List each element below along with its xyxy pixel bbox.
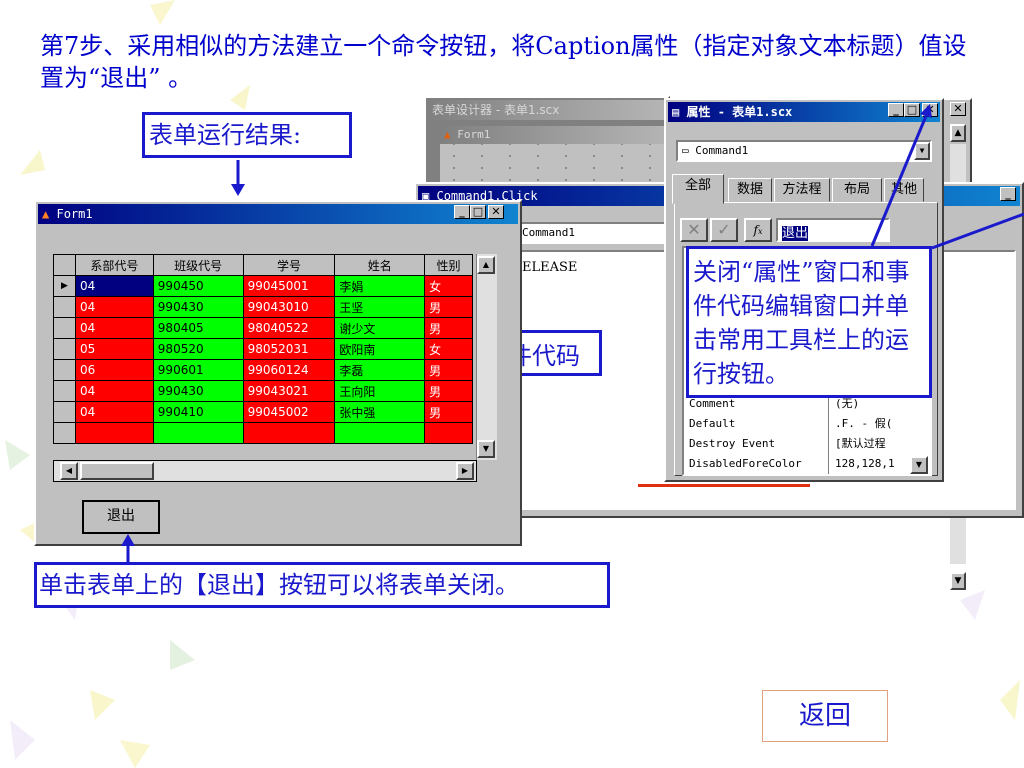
back-button-label: 返回 (798, 701, 851, 731)
run-result-arrowhead (231, 184, 245, 196)
close-arrow (870, 115, 928, 247)
exit-arrowhead (121, 534, 135, 546)
run-button-arrow (931, 212, 1024, 250)
close-arrowhead (920, 104, 932, 118)
callout-arrows (121, 104, 1024, 562)
back-button[interactable]: 返回 (762, 690, 888, 742)
